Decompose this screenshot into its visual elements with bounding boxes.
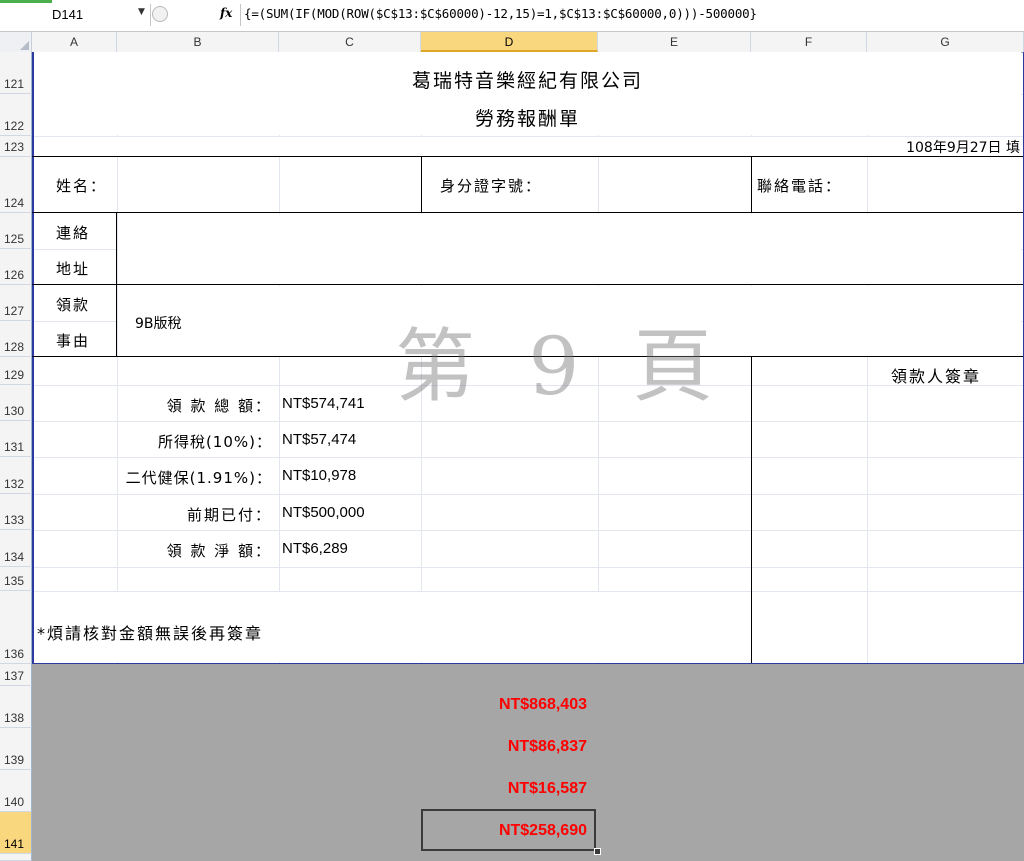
- row-header[interactable]: 124: [0, 157, 32, 213]
- row-header[interactable]: 132: [0, 457, 32, 494]
- row-number: 121: [4, 77, 25, 91]
- name-box[interactable]: D141 ▼: [0, 4, 151, 26]
- company-name: 葛瑞特音樂經紀有限公司: [411, 70, 643, 92]
- row-header[interactable]: [0, 854, 32, 861]
- row-header[interactable]: 140: [0, 770, 32, 812]
- row-number: 122: [4, 119, 25, 133]
- note-text: *煩請核對金額無誤後再簽章: [37, 624, 264, 643]
- row-header[interactable]: 130: [0, 385, 32, 421]
- row-number: 128: [4, 340, 25, 354]
- document-title: 勞務報酬單: [474, 108, 580, 130]
- row-number: 133: [4, 513, 25, 527]
- reason-label-line1: 領款: [56, 296, 91, 314]
- column-header: A B C D E F G: [0, 32, 1024, 53]
- row-number: 132: [4, 477, 25, 491]
- divider: [240, 4, 241, 26]
- form-line: [32, 284, 1023, 285]
- row-number: 137: [4, 669, 25, 683]
- row-number: 139: [4, 753, 25, 767]
- prepaid-label: 前期已付：: [186, 506, 272, 524]
- form-line: [116, 212, 117, 357]
- insert-function-icon[interactable]: fx: [220, 6, 232, 20]
- form-line: [751, 356, 752, 663]
- signature-label: 領款人簽章: [891, 367, 982, 386]
- select-all-icon: [20, 41, 29, 50]
- fill-handle[interactable]: [594, 848, 601, 855]
- row-number: 129: [4, 368, 25, 382]
- row-header[interactable]: 135: [0, 567, 32, 591]
- chevron-down-icon[interactable]: ▼: [138, 7, 145, 17]
- address-label-line1: 連絡: [56, 224, 91, 242]
- reason-value[interactable]: 9B版稅: [135, 313, 182, 333]
- row-number: 130: [4, 404, 25, 418]
- scroll-handle-icon[interactable]: [152, 6, 168, 22]
- row-header[interactable]: 125: [0, 213, 32, 249]
- row-header[interactable]: 128: [0, 321, 32, 357]
- form-line: [32, 212, 1023, 213]
- ribbon-edge: [0, 0, 52, 3]
- row-number: 124: [4, 196, 25, 210]
- row-number: 127: [4, 304, 25, 318]
- row-number: 131: [4, 440, 25, 454]
- row-number: 138: [4, 711, 25, 725]
- form-line: [421, 156, 422, 213]
- column-header-e[interactable]: E: [598, 32, 751, 52]
- health-insurance-value[interactable]: NT$10,978: [282, 467, 356, 484]
- column-header-g[interactable]: G: [867, 32, 1024, 52]
- row-header[interactable]: 131: [0, 421, 32, 457]
- income-tax-label: 所得稅(10%)：: [157, 433, 272, 451]
- row-number: 136: [4, 647, 25, 661]
- formula-bar: D141 ▼ fx {=(SUM(IF(MOD(ROW($C$13:$C$600…: [0, 0, 1024, 32]
- row-header[interactable]: 122: [0, 94, 32, 136]
- column-header-a[interactable]: A: [32, 32, 117, 52]
- row-header[interactable]: 138: [0, 686, 32, 728]
- active-cell-outline[interactable]: [421, 809, 596, 851]
- name-label: 姓名：: [56, 177, 108, 195]
- form-line: [751, 156, 752, 213]
- row-header[interactable]: 133: [0, 494, 32, 530]
- row-number: 125: [4, 232, 25, 246]
- row-header[interactable]: 137: [0, 664, 32, 686]
- health-insurance-label: 二代健保(1.91%)：: [125, 469, 272, 487]
- column-header-c[interactable]: C: [279, 32, 421, 52]
- row-header-selected[interactable]: 141: [0, 812, 32, 854]
- name-box-value[interactable]: D141: [52, 7, 83, 22]
- column-header-d[interactable]: D: [421, 32, 598, 52]
- row-header[interactable]: 123: [0, 136, 32, 157]
- formula-input[interactable]: {=(SUM(IF(MOD(ROW($C$13:$C$60000)-12,15)…: [244, 6, 757, 21]
- row-number: 123: [4, 140, 25, 154]
- reason-label-line2: 事由: [56, 332, 91, 350]
- row-header[interactable]: 139: [0, 728, 32, 770]
- row-number: 126: [4, 268, 25, 282]
- page-watermark: 第 9 頁: [395, 320, 727, 413]
- fill-date: 108年9月27日 填: [906, 140, 1020, 156]
- row-number: 134: [4, 550, 25, 564]
- row-header[interactable]: 134: [0, 530, 32, 567]
- prepaid-value[interactable]: NT$500,000: [282, 504, 365, 521]
- total-value[interactable]: NT$868,403: [499, 696, 587, 714]
- row-number: 140: [4, 795, 25, 809]
- row-number: 141: [4, 837, 25, 851]
- total-value[interactable]: NT$86,837: [508, 738, 587, 756]
- row-header[interactable]: 126: [0, 249, 32, 285]
- id-number-label: 身分證字號：: [440, 177, 543, 195]
- column-header-f[interactable]: F: [751, 32, 867, 52]
- phone-label: 聯絡電話：: [757, 177, 843, 195]
- row-header[interactable]: 136: [0, 591, 32, 664]
- row-header[interactable]: 127: [0, 285, 32, 321]
- income-tax-value[interactable]: NT$57,474: [282, 431, 356, 448]
- column-header-b[interactable]: B: [117, 32, 279, 52]
- address-label-line2: 地址: [56, 260, 91, 278]
- gross-amount-label: 領 款 總 額：: [166, 397, 272, 415]
- net-amount-value[interactable]: NT$6,289: [282, 540, 348, 557]
- row-header[interactable]: 121: [0, 52, 32, 94]
- net-amount-label: 領 款 淨 額：: [166, 542, 272, 560]
- form-line: [32, 156, 1023, 157]
- row-number: 135: [4, 574, 25, 588]
- total-value[interactable]: NT$16,587: [508, 780, 587, 798]
- gross-amount-value[interactable]: NT$574,741: [282, 395, 365, 412]
- row-header[interactable]: 129: [0, 357, 32, 385]
- select-all-button[interactable]: [0, 32, 32, 52]
